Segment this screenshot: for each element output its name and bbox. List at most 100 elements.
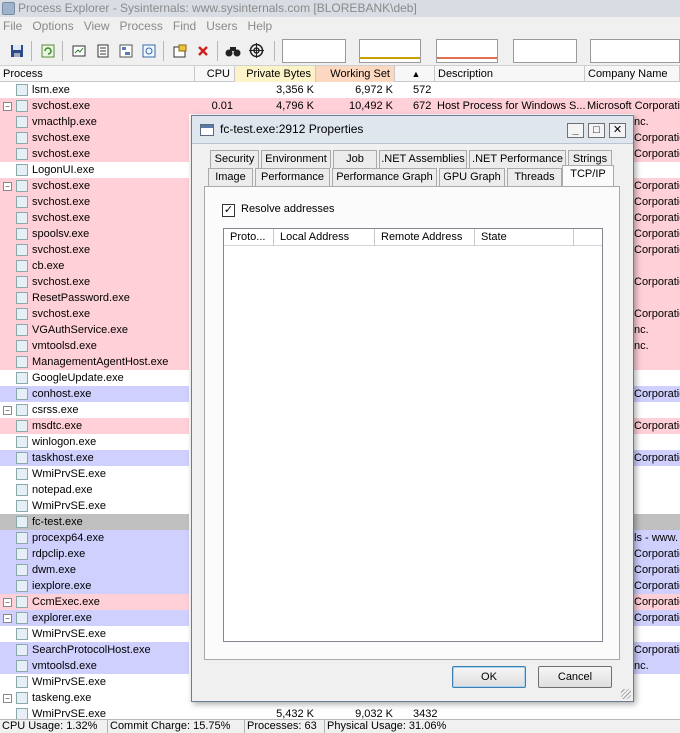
menu-file[interactable]: File xyxy=(0,17,29,36)
save-icon[interactable] xyxy=(8,42,25,59)
tab-tcp-ip[interactable]: TCP/IP xyxy=(562,165,614,186)
close-button[interactable]: ✕ xyxy=(609,123,626,138)
maximize-button[interactable]: □ xyxy=(588,123,605,138)
tab-performance-graph[interactable]: Performance Graph xyxy=(332,168,437,186)
collapse-icon[interactable]: − xyxy=(3,598,12,607)
collapse-icon[interactable]: − xyxy=(3,614,12,623)
column-cpu[interactable]: CPU xyxy=(195,66,235,82)
process-icon xyxy=(16,452,28,464)
collapse-icon[interactable]: − xyxy=(3,102,12,111)
tab-job[interactable]: Job xyxy=(333,150,377,168)
cancel-button[interactable]: Cancel xyxy=(538,666,612,688)
sort-ascending-icon[interactable]: ▲ xyxy=(395,66,435,82)
process-company-partial: Corporatio xyxy=(634,132,680,144)
row-highlight xyxy=(0,610,189,626)
collapse-icon[interactable]: − xyxy=(3,694,12,703)
properties-icon[interactable] xyxy=(94,42,111,59)
io-graph[interactable] xyxy=(436,39,498,63)
row-highlight xyxy=(0,98,189,114)
column-state[interactable]: State xyxy=(475,229,574,246)
find-window-icon[interactable] xyxy=(140,42,157,59)
process-icon xyxy=(16,644,28,656)
menu-options[interactable]: Options xyxy=(29,17,80,36)
process-company-partial: Corporatio xyxy=(634,148,680,160)
collapse-icon[interactable]: − xyxy=(3,182,12,191)
process-name: winlogon.exe xyxy=(32,436,97,448)
connections-list[interactable]: Proto... Local Address Remote Address St… xyxy=(223,228,603,642)
process-working-set: 9,032 K xyxy=(355,708,393,719)
tree-icon[interactable] xyxy=(117,42,134,59)
network-graph[interactable] xyxy=(513,39,577,63)
commit-graph[interactable] xyxy=(359,39,421,63)
kill-process-icon[interactable] xyxy=(194,42,211,59)
toolbar-separator xyxy=(31,41,32,61)
resolve-addresses-checkbox[interactable]: ✓ xyxy=(222,204,235,217)
process-row[interactable]: WmiPrvSE.exe 5,432 K 9,032 K 3432 xyxy=(0,706,680,719)
row-highlight xyxy=(0,146,189,162)
resolve-addresses-label[interactable]: Resolve addresses xyxy=(241,203,335,215)
column-process[interactable]: Process xyxy=(0,66,195,82)
process-company-partial: Corporatio xyxy=(634,388,680,400)
row-highlight xyxy=(0,562,189,578)
process-company-partial: Corporatio xyxy=(634,548,680,560)
process-icon xyxy=(16,340,28,352)
toolbar-separator xyxy=(163,41,164,61)
menu-find[interactable]: Find xyxy=(170,17,203,36)
status-commit-charge: Commit Charge: 15.75% xyxy=(108,720,245,733)
process-icon xyxy=(16,420,28,432)
process-company-partial: nc. xyxy=(634,324,649,336)
refresh-icon[interactable] xyxy=(39,42,56,59)
process-name: svchost.exe xyxy=(32,276,91,288)
column-private-bytes[interactable]: Private Bytes xyxy=(235,66,316,82)
row-highlight xyxy=(0,82,189,98)
system-info-icon[interactable] xyxy=(70,42,87,59)
menu-users[interactable]: Users xyxy=(203,17,244,36)
tab-net-assemblies[interactable]: .NET Assemblies xyxy=(379,150,467,168)
tab-environment[interactable]: Environment xyxy=(261,150,331,168)
process-name: svchost.exe xyxy=(32,148,91,160)
menu-help[interactable]: Help xyxy=(245,17,280,36)
dialog-title-bar[interactable]: fc-test.exe:2912 Properties _ □ ✕ xyxy=(192,116,633,144)
toolbar xyxy=(0,36,680,66)
process-icon xyxy=(16,516,28,528)
process-icon xyxy=(16,580,28,592)
column-protocol[interactable]: Proto... xyxy=(224,229,274,246)
column-working-set[interactable]: Working Set xyxy=(316,66,395,82)
gpu-graph[interactable] xyxy=(590,39,680,63)
resize-grip[interactable] xyxy=(621,689,631,699)
column-local-address[interactable]: Local Address xyxy=(274,229,375,246)
process-icon xyxy=(16,388,28,400)
app-icon xyxy=(2,2,15,15)
process-pid: 572 xyxy=(413,84,432,96)
process-name: ManagementAgentHost.exe xyxy=(32,356,169,368)
tab-image[interactable]: Image xyxy=(208,168,253,186)
target-icon[interactable] xyxy=(248,42,265,59)
process-name: svchost.exe xyxy=(32,180,91,192)
minimize-button[interactable]: _ xyxy=(567,123,584,138)
collapse-icon[interactable]: − xyxy=(3,406,12,415)
process-name: WmiPrvSE.exe xyxy=(32,500,106,512)
process-row[interactable]: − svchost.exe 0.01 4,796 K 10,492 K 672 Host P… xyxy=(0,98,680,114)
tab-performance[interactable]: Performance xyxy=(255,168,330,186)
process-name: svchost.exe xyxy=(32,244,91,256)
process-properties-icon[interactable] xyxy=(171,42,188,59)
row-highlight xyxy=(0,386,189,402)
column-description[interactable]: Description xyxy=(435,66,585,82)
menu-view[interactable]: View xyxy=(81,17,117,36)
row-highlight xyxy=(0,690,189,706)
row-highlight xyxy=(0,162,189,178)
cpu-graph[interactable] xyxy=(282,39,346,63)
process-row[interactable]: lsm.exe 3,356 K 6,972 K 572 xyxy=(0,82,680,98)
row-highlight xyxy=(0,194,189,210)
column-company-name[interactable]: Company Name xyxy=(585,66,680,82)
process-company-partial: nc. xyxy=(634,660,649,672)
find-handle-icon[interactable] xyxy=(224,42,241,59)
process-company-partial: Corporatio xyxy=(634,452,680,464)
tab-security[interactable]: Security xyxy=(210,150,259,168)
column-remote-address[interactable]: Remote Address xyxy=(375,229,475,246)
tab-gpu-graph[interactable]: GPU Graph xyxy=(439,168,505,186)
tab-threads[interactable]: Threads xyxy=(507,168,562,186)
tab-net-performance[interactable]: .NET Performance xyxy=(469,150,566,168)
ok-button[interactable]: OK xyxy=(452,666,526,688)
menu-process[interactable]: Process xyxy=(117,17,170,36)
